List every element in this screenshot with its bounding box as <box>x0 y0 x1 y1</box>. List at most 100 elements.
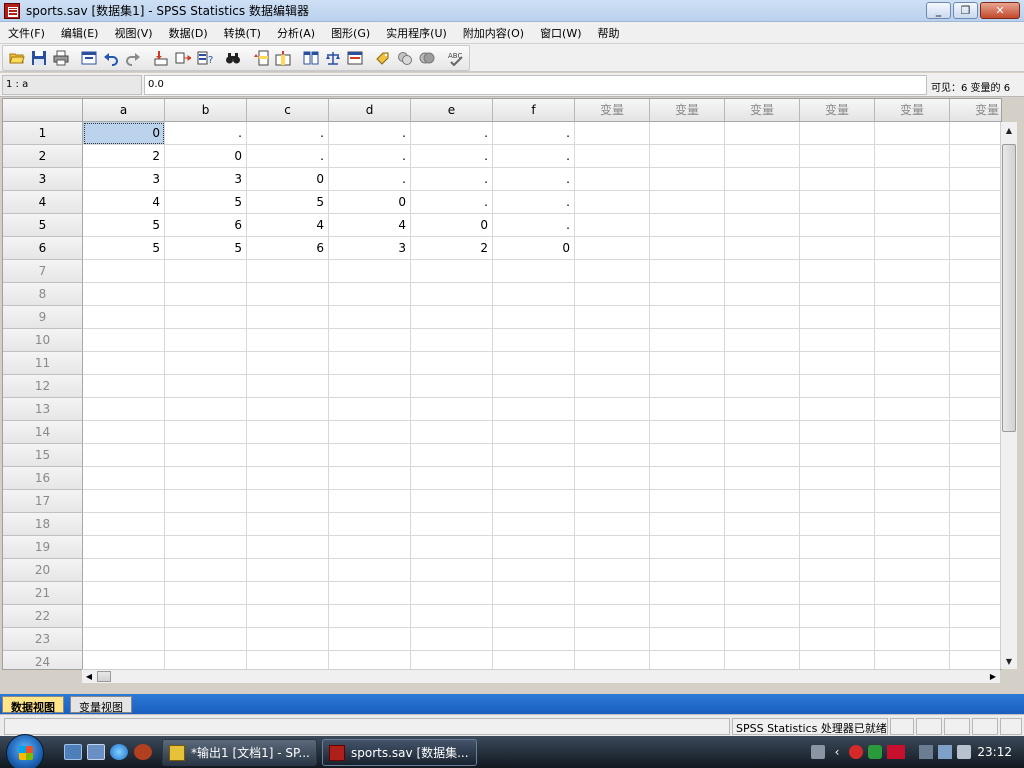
data-cell[interactable] <box>575 283 650 306</box>
data-cell[interactable] <box>493 352 575 375</box>
column-header[interactable]: 变量 <box>725 99 800 122</box>
data-cell[interactable] <box>650 513 725 536</box>
data-cell[interactable] <box>165 467 247 490</box>
data-cell[interactable]: . <box>165 122 247 145</box>
data-cell[interactable] <box>650 237 725 260</box>
data-cell[interactable] <box>800 444 875 467</box>
data-cell[interactable] <box>247 559 329 582</box>
data-cell[interactable] <box>650 122 725 145</box>
data-cell[interactable] <box>493 444 575 467</box>
weight-cases-button[interactable] <box>322 47 344 69</box>
menu-data[interactable]: 数据(D) <box>161 25 216 41</box>
row-header[interactable]: 21 <box>3 582 83 605</box>
data-cell[interactable] <box>165 375 247 398</box>
data-cell[interactable] <box>165 283 247 306</box>
row-header[interactable]: 10 <box>3 329 83 352</box>
menu-transform[interactable]: 转换(T) <box>216 25 269 41</box>
data-cell[interactable] <box>247 467 329 490</box>
data-cell[interactable] <box>411 559 493 582</box>
data-cell[interactable] <box>650 283 725 306</box>
row-header[interactable]: 8 <box>3 283 83 306</box>
data-cell[interactable]: . <box>493 168 575 191</box>
data-cell[interactable] <box>165 398 247 421</box>
data-cell[interactable] <box>800 329 875 352</box>
insert-variable-button[interactable] <box>272 47 294 69</box>
data-cell[interactable] <box>247 651 329 669</box>
data-cell[interactable]: 0 <box>411 214 493 237</box>
row-header[interactable]: 2 <box>3 145 83 168</box>
data-cell[interactable] <box>493 490 575 513</box>
row-header[interactable]: 18 <box>3 513 83 536</box>
ati-icon[interactable] <box>887 745 905 759</box>
data-cell[interactable] <box>329 605 411 628</box>
data-cell[interactable] <box>575 490 650 513</box>
row-header[interactable]: 20 <box>3 559 83 582</box>
security-alert-icon[interactable] <box>849 745 863 759</box>
data-cell[interactable]: . <box>247 122 329 145</box>
data-cell[interactable] <box>575 421 650 444</box>
row-header[interactable]: 12 <box>3 375 83 398</box>
data-cell[interactable] <box>875 513 950 536</box>
data-cell[interactable] <box>83 513 165 536</box>
data-cell[interactable]: 2 <box>83 145 165 168</box>
horizontal-scroll-thumb[interactable] <box>97 671 111 682</box>
network-icon[interactable] <box>919 745 933 759</box>
column-header[interactable]: 变量 <box>875 99 950 122</box>
row-header[interactable]: 4 <box>3 191 83 214</box>
data-cell[interactable] <box>247 306 329 329</box>
row-header[interactable]: 7 <box>3 260 83 283</box>
save-button[interactable] <box>28 47 50 69</box>
data-cell[interactable] <box>725 444 800 467</box>
data-cell[interactable] <box>650 421 725 444</box>
data-cell[interactable] <box>165 582 247 605</box>
data-cell[interactable] <box>950 559 1001 582</box>
row-header[interactable]: 16 <box>3 467 83 490</box>
column-header[interactable]: 变量 <box>650 99 725 122</box>
data-cell[interactable] <box>83 283 165 306</box>
data-cell[interactable] <box>83 375 165 398</box>
menu-help[interactable]: 帮助 <box>590 25 628 41</box>
data-cell[interactable]: 6 <box>165 214 247 237</box>
grid-corner[interactable] <box>3 99 83 122</box>
data-cell[interactable] <box>411 421 493 444</box>
data-cell[interactable] <box>493 260 575 283</box>
data-cell[interactable] <box>329 444 411 467</box>
data-cell[interactable] <box>83 467 165 490</box>
data-cell[interactable] <box>329 651 411 669</box>
close-button[interactable]: ✕ <box>980 2 1020 19</box>
tab-data-view[interactable]: 数据视图 <box>2 696 64 714</box>
data-cell[interactable] <box>725 398 800 421</box>
column-header[interactable]: a <box>83 99 165 122</box>
taskbar-item-data-editor[interactable]: sports.sav [数据集... <box>322 739 477 766</box>
data-cell[interactable] <box>800 237 875 260</box>
data-cell[interactable] <box>725 421 800 444</box>
menu-edit[interactable]: 编辑(E) <box>53 25 107 41</box>
scroll-up-arrow-icon[interactable]: ▲ <box>1001 122 1017 138</box>
data-cell[interactable] <box>493 329 575 352</box>
data-cell[interactable]: 0 <box>247 168 329 191</box>
data-cell[interactable] <box>725 260 800 283</box>
shield-icon[interactable] <box>868 745 882 759</box>
data-cell[interactable] <box>83 444 165 467</box>
data-cell[interactable] <box>329 490 411 513</box>
data-cell[interactable] <box>950 214 1001 237</box>
data-cell[interactable] <box>800 168 875 191</box>
data-cell[interactable] <box>875 168 950 191</box>
data-cell[interactable]: 0 <box>165 145 247 168</box>
data-cell[interactable] <box>725 375 800 398</box>
menu-addons[interactable]: 附加内容(O) <box>455 25 532 41</box>
data-grid[interactable]: a b c d e f 变量 变量 变量 变量 变量 变量 1 0..... 2 2 0.... 3 3 3 0... 4… <box>2 98 1002 670</box>
data-cell[interactable]: 0 <box>493 237 575 260</box>
data-cell[interactable] <box>575 513 650 536</box>
data-cell[interactable] <box>800 375 875 398</box>
data-cell[interactable] <box>725 145 800 168</box>
data-cell[interactable] <box>329 559 411 582</box>
data-cell[interactable] <box>800 651 875 669</box>
tab-variable-view[interactable]: 变量视图 <box>70 696 132 714</box>
data-cell[interactable] <box>800 582 875 605</box>
row-header[interactable]: 6 <box>3 237 83 260</box>
data-cell[interactable] <box>950 605 1001 628</box>
data-cell[interactable] <box>875 375 950 398</box>
scroll-right-arrow-icon[interactable]: ▶ <box>986 670 1000 683</box>
data-cell[interactable] <box>247 375 329 398</box>
